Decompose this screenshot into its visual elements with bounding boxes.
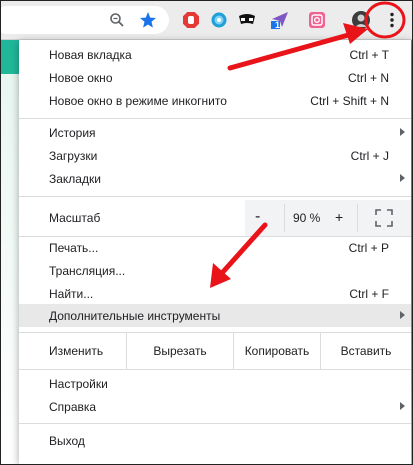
menu-item-cast[interactable]: Трансляция... <box>19 259 411 282</box>
menu-item-find[interactable]: Найти... Ctrl + F <box>19 282 411 305</box>
menu-item-label: Справка <box>49 399 97 414</box>
adblock-icon[interactable] <box>181 10 201 30</box>
submenu-arrow-icon <box>400 402 405 410</box>
browser-toolbar: 1 <box>1 1 412 40</box>
menu-separator <box>19 196 411 197</box>
copy-label: Копировать <box>244 344 310 358</box>
zoom-label: Масштаб <box>49 211 101 225</box>
menu-item-label: Новое окно <box>49 70 113 85</box>
submenu-arrow-icon <box>400 128 405 136</box>
menu-item-label: Настройки <box>49 376 108 391</box>
send-extension-icon[interactable]: 1 <box>270 10 290 30</box>
extension-badge: 1 <box>275 20 281 30</box>
menu-item-shortcut: Ctrl + N <box>347 70 389 85</box>
zoom-value: 90 % <box>293 211 321 225</box>
globe-icon[interactable] <box>209 10 229 30</box>
zoom-divider <box>357 204 358 232</box>
edit-label: Изменить <box>49 344 104 358</box>
submenu-arrow-icon <box>400 311 405 319</box>
menu-item-print[interactable]: Печать... Ctrl + P <box>19 236 411 259</box>
submenu-arrow-icon <box>400 174 405 182</box>
menu-item-label: Печать... <box>49 240 99 255</box>
menu-edit-row: Изменить Вырезать Копировать Вставить <box>19 333 411 369</box>
profile-avatar-icon[interactable] <box>351 10 371 30</box>
menu-item-label: Выход <box>49 433 85 448</box>
bookmark-star-icon[interactable] <box>138 10 158 30</box>
menu-item-label: Найти... <box>49 286 94 301</box>
menu-item-label: Новая вкладка <box>49 47 132 62</box>
menu-item-shortcut: Ctrl + P <box>348 240 389 255</box>
page-content-edge <box>1 74 19 464</box>
kebab-menu-icon[interactable] <box>382 10 402 30</box>
zoom-icon[interactable] <box>107 10 127 30</box>
chrome-main-menu: Новая вкладка Ctrl + T Новое окно Ctrl +… <box>19 40 411 464</box>
cut-label: Вырезать <box>153 344 207 358</box>
menu-item-exit[interactable]: Выход <box>19 429 411 452</box>
menu-item-more-tools[interactable]: Дополнительные инструменты <box>19 304 411 327</box>
menu-item-settings[interactable]: Настройки <box>19 372 411 395</box>
instagram-icon[interactable] <box>307 10 327 30</box>
menu-item-history[interactable]: История <box>19 121 411 144</box>
menu-item-incognito[interactable]: Новое окно в режиме инкогнито Ctrl + Shi… <box>19 89 411 112</box>
paste-label: Вставить <box>340 344 392 358</box>
zoom-divider <box>284 204 285 232</box>
menu-separator <box>19 369 411 370</box>
menu-item-downloads[interactable]: Загрузки Ctrl + J <box>19 144 411 167</box>
menu-separator <box>19 118 411 119</box>
menu-item-new-tab[interactable]: Новая вкладка Ctrl + T <box>19 43 411 66</box>
menu-item-label: Новое окно в режиме инкогнито <box>49 93 227 108</box>
menu-item-label: История <box>49 125 96 140</box>
menu-item-bookmarks[interactable]: Закладки <box>19 167 411 190</box>
menu-item-label: Трансляция... <box>49 263 126 278</box>
zoom-in-button[interactable]: + <box>335 209 343 225</box>
browser-window: 1 Новая вкладка Ctrl + T Новое окно Ctrl… <box>0 0 413 465</box>
zoom-controls: - 90 % + <box>245 200 411 236</box>
menu-item-label: Дополнительные инструменты <box>49 308 221 323</box>
fullscreen-icon[interactable] <box>375 209 393 227</box>
paste-button[interactable]: Вставить <box>321 333 411 369</box>
incognito-mask-icon[interactable] <box>237 10 257 30</box>
menu-item-help[interactable]: Справка <box>19 395 411 418</box>
menu-item-label: Загрузки <box>49 148 98 163</box>
menu-item-shortcut: Ctrl + Shift + N <box>310 93 389 108</box>
menu-item-label: Закладки <box>49 171 101 186</box>
menu-item-shortcut: Ctrl + T <box>349 47 389 62</box>
menu-item-new-window[interactable]: Новое окно Ctrl + N <box>19 66 411 89</box>
menu-zoom-row: Масштаб - 90 % + <box>19 200 411 236</box>
menu-separator <box>19 423 411 424</box>
menu-item-shortcut: Ctrl + F <box>349 286 389 301</box>
copy-button[interactable]: Копировать <box>234 333 320 369</box>
menu-item-shortcut: Ctrl + J <box>350 148 389 163</box>
cut-button[interactable]: Вырезать <box>127 333 233 369</box>
zoom-out-button[interactable]: - <box>255 208 260 226</box>
